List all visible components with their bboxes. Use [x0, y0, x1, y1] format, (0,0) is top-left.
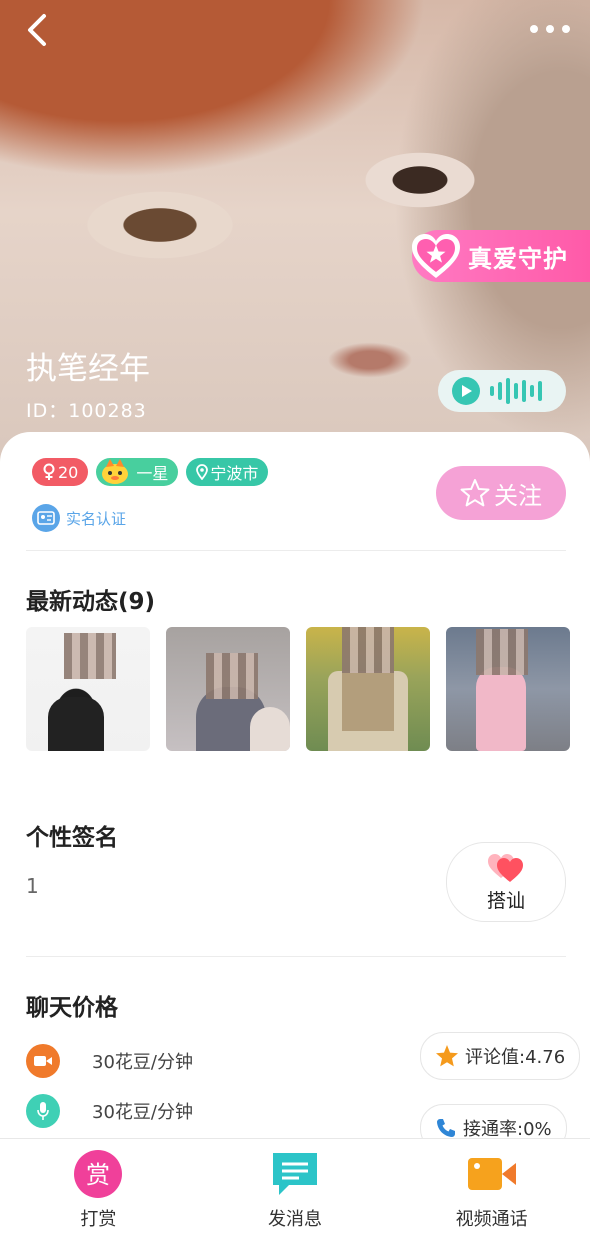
rating-text: 评论值:4.76: [465, 1047, 566, 1068]
heart-star-icon: [408, 228, 464, 284]
female-icon: [43, 463, 55, 480]
follow-label: 关注: [494, 481, 542, 510]
more-dot: [546, 25, 554, 33]
video-camera-icon: [26, 1044, 60, 1078]
voice-intro-player[interactable]: [438, 370, 566, 412]
true-love-guard-badge[interactable]: 真爱守护: [412, 230, 590, 282]
profile-cover-photo[interactable]: 真爱守护 执笔经年 ID：100283: [0, 0, 590, 470]
profile-card: 20 一星 宁波市 实名认证 关注 最新动态(9) 个性签名 1 搭讪 聊天价格…: [0, 432, 590, 1152]
video-call-label: 视频通话: [455, 1209, 528, 1230]
moment-photo[interactable]: [26, 627, 150, 751]
star-icon: [436, 1045, 458, 1067]
more-options-button[interactable]: [520, 18, 570, 40]
send-message-label: 发消息: [268, 1209, 322, 1230]
bottom-action-bar: 赏 打赏 发消息 视频通话: [0, 1138, 590, 1237]
rating-pill: 评论值:4.76: [420, 1032, 581, 1080]
greet-button[interactable]: 搭讪: [446, 842, 566, 922]
double-heart-icon: [488, 853, 523, 882]
moment-photo[interactable]: [446, 627, 570, 751]
face-mosaic: [476, 629, 528, 675]
user-id: ID：100283: [26, 400, 147, 422]
follow-button[interactable]: 关注: [436, 466, 566, 520]
face-mosaic: [64, 633, 116, 679]
tip-label: 打赏: [80, 1209, 117, 1230]
video-price: 30花豆/分钟: [92, 1052, 193, 1073]
verify-label: 实名认证: [66, 509, 127, 528]
signature-text: 1: [26, 874, 39, 898]
divider: [26, 550, 566, 551]
message-icon: [269, 1149, 321, 1199]
back-button[interactable]: [22, 12, 52, 48]
level-tag: 一星: [96, 458, 179, 486]
more-dot: [562, 25, 570, 33]
signature-title: 个性签名: [26, 825, 118, 851]
age-tag: 20: [32, 458, 89, 486]
greet-label: 搭讪: [486, 889, 525, 912]
level-mascot-icon: [102, 459, 129, 484]
svg-text:赏: 赏: [86, 1161, 110, 1189]
chat-price-title: 聊天价格: [26, 995, 118, 1021]
location-pin-icon: [196, 464, 209, 480]
figure-shape: [342, 671, 394, 731]
figure-shape: [250, 707, 290, 751]
video-price-row: 30花豆/分钟: [26, 1044, 193, 1078]
moment-photo[interactable]: [306, 627, 430, 751]
city-tag: 宁波市: [186, 458, 269, 486]
tip-button[interactable]: 赏 打赏: [0, 1139, 197, 1237]
figure-shape: [476, 667, 526, 751]
profile-tags: 20 一星 宁波市: [32, 458, 269, 486]
send-message-button[interactable]: 发消息: [197, 1139, 394, 1237]
video-call-button[interactable]: 视频通话: [393, 1139, 590, 1237]
moments-title: 最新动态(9): [26, 589, 156, 615]
phone-icon: [437, 1119, 455, 1137]
face-mosaic: [206, 653, 258, 699]
face-mosaic: [342, 627, 394, 673]
voice-price-row: 30花豆/分钟: [26, 1094, 193, 1128]
waveform-icon: [490, 378, 542, 404]
figure-shape: [48, 697, 104, 751]
moments-photo-strip: [26, 627, 570, 751]
video-call-icon: [466, 1149, 518, 1199]
microphone-icon: [26, 1094, 60, 1128]
id-card-icon: [32, 504, 60, 532]
real-name-verified-badge: 实名认证: [32, 504, 126, 532]
play-icon: [452, 377, 480, 405]
more-dot: [530, 25, 538, 33]
divider: [26, 956, 566, 957]
chevron-left-icon: [28, 14, 46, 46]
star-outline-icon: [460, 479, 490, 507]
nickname: 执笔经年: [26, 351, 150, 387]
voice-price: 30花豆/分钟: [92, 1102, 193, 1123]
tip-icon: 赏: [72, 1149, 124, 1199]
guard-label: 真爱守护: [468, 244, 568, 273]
moment-photo[interactable]: [166, 627, 290, 751]
